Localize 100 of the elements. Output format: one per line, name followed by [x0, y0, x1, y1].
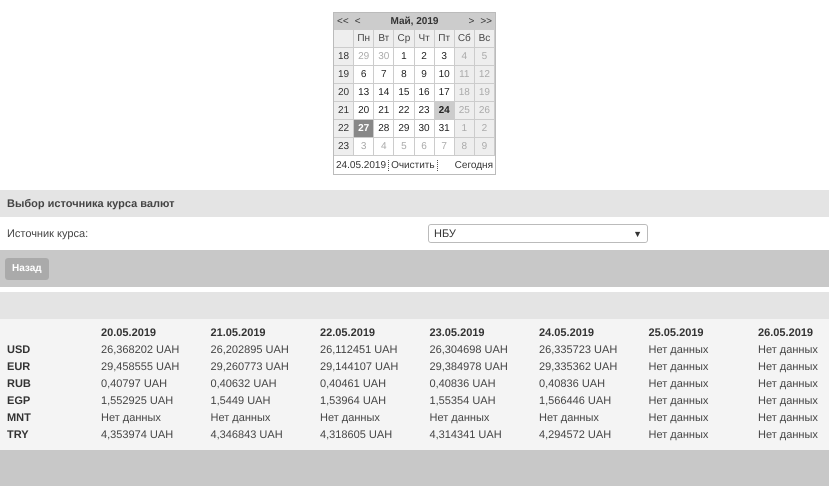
table-cell-text: 1,53964 UAH: [320, 394, 388, 409]
table-cell-text: Нет данных: [758, 343, 819, 358]
weekday-header: Чт: [414, 30, 435, 48]
table-cell-text: 1,5449 UAH: [210, 394, 272, 409]
weekday-header: Сб: [454, 30, 475, 48]
section-title: Выбор источника курса валют: [7, 198, 175, 210]
table-cell-text: 26,368202 UAH: [101, 343, 180, 358]
table-cell-text: 26,335723 UAH: [539, 343, 618, 358]
table-cell-text: Нет данных: [648, 394, 710, 409]
column-header: 24.05.2019: [539, 326, 596, 341]
calendar-day[interactable]: 10: [434, 66, 455, 84]
table-cell-text: 26,112451 UAH: [320, 343, 398, 358]
currency-code: EGP: [7, 394, 32, 409]
table-cell-text: 1,55354 UAH: [430, 394, 497, 409]
week-number: 19: [334, 66, 354, 84]
currency-code: EUR: [7, 360, 32, 375]
column-header: 21.05.2019: [210, 326, 267, 341]
currency-code: TRY: [7, 428, 30, 443]
column-header: 22.05.2019: [320, 326, 376, 341]
table-cell-text: 26,304698 UAH: [430, 343, 509, 358]
column-header: 26.05.2019: [758, 326, 814, 341]
week-number: 21: [334, 102, 354, 120]
weekday-header: Вт: [374, 30, 394, 48]
field-label: Источник курса:: [7, 228, 90, 240]
calendar-day[interactable]: 22: [394, 102, 414, 120]
table-cell-text: Нет данных: [648, 377, 710, 392]
calendar-day[interactable]: 9: [414, 66, 435, 84]
column-header: 20.05.2019: [101, 326, 158, 341]
week-number: 18: [334, 48, 354, 66]
calendar-day[interactable]: 15: [394, 84, 414, 102]
calendar-day[interactable]: 17: [434, 84, 455, 102]
calendar-day[interactable]: 27: [354, 120, 374, 138]
table-cell-text: 29,458555 UAH: [101, 360, 180, 375]
table-cell-text: 0,40797 UAH: [101, 377, 168, 392]
table-cell-text: 0,40461 UAH: [320, 377, 388, 392]
weekday-header: Вс: [474, 30, 495, 48]
currency-code: USD: [7, 343, 32, 358]
currency-code: RUB: [7, 377, 32, 392]
week-number: 23: [334, 138, 354, 156]
calendar-day[interactable]: 28: [374, 120, 394, 138]
today-link[interactable]: Сегодня: [454, 160, 493, 170]
column-header: 25.05.2019: [648, 326, 705, 341]
calendar-day[interactable]: 6: [354, 66, 374, 84]
calendar-day[interactable]: 21: [374, 102, 394, 120]
calendar-day[interactable]: 2: [414, 48, 435, 66]
table-cell-text: 29,144107 UAH: [320, 360, 400, 375]
weekday-header: Пн: [354, 30, 374, 48]
table-cell-text: 4,294572 UAH: [539, 428, 612, 443]
weekday-header: Ср: [394, 30, 414, 48]
calendar-day[interactable]: 7: [374, 66, 394, 84]
table-cell-text: 29,260773 UAH: [210, 360, 290, 375]
calendar-day[interactable]: 8: [394, 66, 414, 84]
calendar-day[interactable]: 31: [434, 120, 455, 138]
table-cell-text: Нет данных: [539, 411, 600, 426]
table-cell-text: Нет данных: [210, 411, 272, 426]
currency-code: MNT: [7, 411, 32, 426]
table-cell-text: 0,40836 UAH: [430, 377, 497, 392]
week-number: 22: [334, 120, 354, 138]
table-cell-text: Нет данных: [320, 411, 381, 426]
prev-month-button[interactable]: <: [354, 16, 361, 27]
calendar-day[interactable]: 13: [354, 84, 374, 102]
calendar-day[interactable]: 29: [394, 120, 414, 138]
week-number: 20: [334, 84, 354, 102]
table-cell-text: 4,318605 UAH: [320, 428, 394, 443]
table-cell-text: Нет данных: [758, 428, 819, 443]
table-cell-text: Нет данных: [758, 411, 819, 426]
table-cell-text: Нет данных: [648, 411, 710, 426]
table-cell-text: Нет данных: [758, 377, 819, 392]
table-cell-text: 1,566446 UAH: [539, 394, 612, 409]
table-cell-text: Нет данных: [101, 411, 162, 426]
table-cell-text: Нет данных: [648, 343, 710, 358]
table-cell-text: Нет данных: [648, 360, 710, 375]
calendar-day[interactable]: 3: [434, 48, 455, 66]
table-cell-text: 4,314341 UAH: [430, 428, 503, 443]
table-cell-text: 26,202895 UAH: [210, 343, 290, 358]
next-month-button[interactable]: >: [468, 16, 474, 27]
table-cell-text: 1,552925 UAH: [101, 394, 174, 409]
calendar-day[interactable]: 16: [414, 84, 435, 102]
calendar-day[interactable]: 30: [414, 120, 435, 138]
table-cell-text: Нет данных: [430, 411, 490, 426]
month-title: Май, 2019: [390, 16, 440, 27]
calendar-day[interactable]: 14: [374, 84, 394, 102]
table-cell-text: 0,40836 UAH: [539, 377, 606, 392]
calendar-day[interactable]: 20: [354, 102, 374, 120]
calendar-day[interactable]: 1: [394, 48, 414, 66]
column-header: 23.05.2019: [430, 326, 486, 341]
clear-link[interactable]: Очистить: [389, 160, 438, 170]
table-cell-text: 4,346843 UAH: [210, 428, 284, 443]
table-cell-text: Нет данных: [758, 394, 819, 409]
table-cell-text: 29,335362 UAH: [539, 360, 618, 375]
calendar-day[interactable]: 23: [414, 102, 435, 120]
prev-year-button[interactable]: <<: [337, 16, 349, 27]
selected-date: 24.05.2019: [336, 160, 390, 170]
table-cell-text: 4,353974 UAH: [101, 428, 174, 443]
table-cell-text: 0,40632 UAH: [210, 377, 278, 392]
source-select[interactable]: НБУ ▼: [428, 224, 648, 243]
table-cell-text: Нет данных: [758, 360, 819, 375]
table-cell-text: 29,384978 UAH: [430, 360, 509, 375]
calendar-day[interactable]: 24: [434, 102, 455, 120]
next-year-button[interactable]: >>: [480, 16, 492, 27]
